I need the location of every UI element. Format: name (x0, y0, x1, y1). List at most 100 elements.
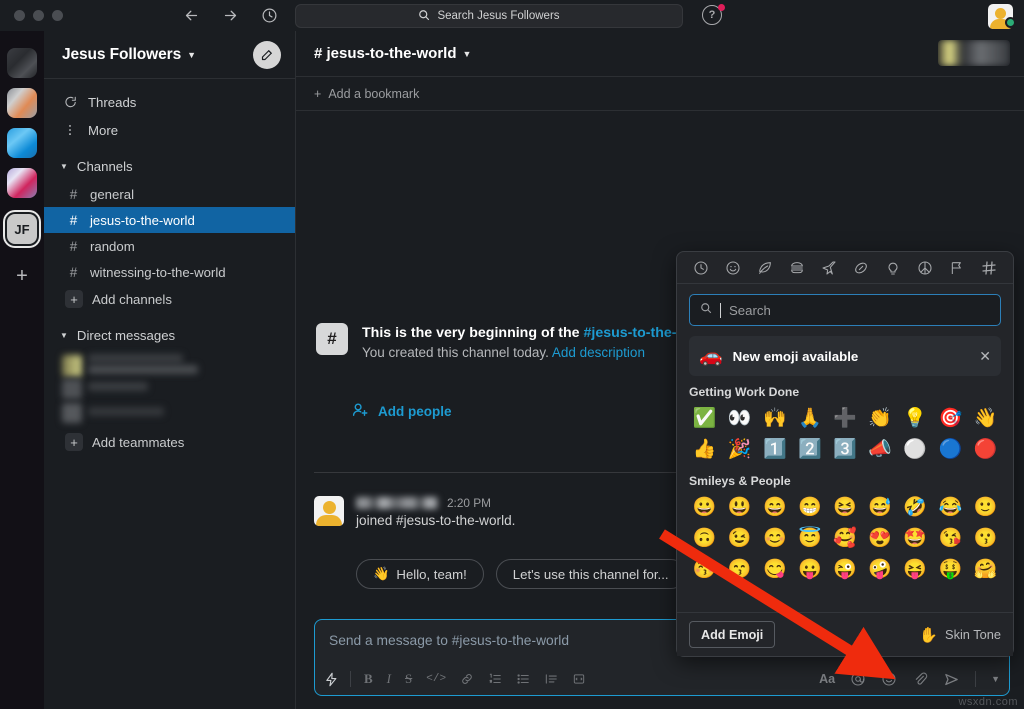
add-channels-button[interactable]: + Add channels (44, 285, 295, 313)
help-button[interactable]: ? (702, 5, 724, 27)
plane-icon[interactable] (821, 260, 837, 276)
ball-icon[interactable] (853, 260, 869, 276)
channels-section-header[interactable]: ▼ Channels (44, 151, 295, 181)
sidebar-channel-general[interactable]: # general (44, 181, 295, 207)
emoji-cell[interactable]: 2️⃣ (792, 434, 827, 465)
format-text-icon[interactable]: Aa (819, 672, 835, 686)
sidebar-channel-witnessing-to-the-world[interactable]: # witnessing-to-the-world (44, 259, 295, 285)
emoji-cell[interactable]: 🤪 (863, 554, 898, 585)
emoji-cell[interactable]: 😆 (827, 492, 862, 523)
emoji-cell[interactable]: 🙏 (792, 403, 827, 434)
new-emoji-notice[interactable]: 🚗 New emoji available ✕ (689, 336, 1001, 376)
close-window-button[interactable] (14, 10, 25, 21)
emoji-cell[interactable]: 😂 (933, 492, 968, 523)
emoji-cell[interactable]: 1️⃣ (757, 434, 792, 465)
emoji-cell[interactable]: 😘 (933, 523, 968, 554)
emoji-cell[interactable]: 🤗 (968, 554, 1003, 585)
emoji-cell[interactable]: 😜 (827, 554, 862, 585)
message-avatar[interactable] (314, 496, 344, 526)
emoji-cell[interactable]: 🤣 (898, 492, 933, 523)
emoji-cell[interactable]: ✅ (687, 403, 722, 434)
chevron-down-icon[interactable]: ▼ (463, 49, 472, 59)
emoji-cell[interactable]: 😉 (722, 523, 757, 554)
sidebar-item-more[interactable]: More (44, 116, 295, 144)
emoji-cell[interactable]: 😝 (898, 554, 933, 585)
channel-members-redacted[interactable] (938, 40, 1010, 66)
add-bookmark-button[interactable]: Add a bookmark (328, 87, 419, 101)
back-arrow-icon[interactable] (183, 7, 200, 24)
food-icon[interactable] (789, 260, 805, 276)
code-icon[interactable]: </> (426, 673, 446, 685)
emoji-icon[interactable] (881, 671, 897, 687)
compose-message-button[interactable] (253, 41, 281, 69)
workspace-icon-3[interactable] (7, 128, 37, 158)
bulleted-list-icon[interactable] (516, 672, 530, 686)
close-icon[interactable]: ✕ (979, 348, 991, 365)
emoji-cell[interactable]: 🤑 (933, 554, 968, 585)
emoji-cell[interactable]: 3️⃣ (827, 434, 862, 465)
maximize-window-button[interactable] (52, 10, 63, 21)
add-people-button[interactable]: Add people (351, 401, 452, 422)
send-icon[interactable] (943, 671, 960, 688)
emoji-cell[interactable]: 👀 (722, 403, 757, 434)
bulb-icon[interactable] (885, 260, 901, 276)
workspace-icon-2[interactable] (7, 88, 37, 118)
mention-icon[interactable] (850, 671, 866, 687)
emoji-cell[interactable]: 🙃 (687, 523, 722, 554)
emoji-cell[interactable]: 👍 (687, 434, 722, 465)
minimize-window-button[interactable] (33, 10, 44, 21)
emoji-cell[interactable]: 😚 (687, 554, 722, 585)
emoji-cell[interactable]: 👏 (863, 403, 898, 434)
flag-icon[interactable] (949, 260, 965, 276)
global-search-input[interactable]: Search Jesus Followers (295, 4, 683, 28)
suggested-reply-hello[interactable]: 👋 Hello, team! (356, 559, 484, 589)
workspace-icon-4[interactable] (7, 168, 37, 198)
emoji-cell[interactable]: ⚪ (898, 434, 933, 465)
direct-message-list-redacted[interactable] (44, 352, 295, 428)
blockquote-icon[interactable] (544, 672, 558, 686)
emoji-cell[interactable]: 🙌 (757, 403, 792, 434)
add-emoji-button[interactable]: Add Emoji (689, 621, 775, 648)
slack-icon[interactable] (981, 260, 997, 276)
emoji-cell[interactable]: 🎉 (722, 434, 757, 465)
leaf-icon[interactable] (757, 260, 773, 276)
sidebar-channel-jesus-to-the-world[interactable]: # jesus-to-the-world (44, 207, 295, 233)
emoji-cell[interactable]: 📣 (863, 434, 898, 465)
emoji-cell[interactable]: 🥰 (827, 523, 862, 554)
code-block-icon[interactable] (572, 672, 586, 686)
skin-tone-button[interactable]: ✋ Skin Tone (919, 626, 1001, 644)
emoji-cell[interactable]: 😋 (757, 554, 792, 585)
emoji-cell[interactable]: 😃 (722, 492, 757, 523)
sidebar-channel-random[interactable]: # random (44, 233, 295, 259)
emoji-cell[interactable]: 😀 (687, 492, 722, 523)
emoji-cell[interactable]: 😗 (968, 523, 1003, 554)
emoji-cell[interactable]: 😇 (792, 523, 827, 554)
emoji-search-input[interactable]: Search (689, 294, 1001, 326)
emoji-cell[interactable]: 👋 (968, 403, 1003, 434)
emoji-cell[interactable]: 😙 (722, 554, 757, 585)
forward-arrow-icon[interactable] (222, 7, 239, 24)
channel-title[interactable]: # jesus-to-the-world (314, 45, 457, 62)
peace-icon[interactable] (917, 260, 933, 276)
suggested-reply-channel-purpose[interactable]: Let's use this channel for... (496, 559, 686, 589)
emoji-cell[interactable]: 🎯 (933, 403, 968, 434)
send-options-icon[interactable]: ▼ (991, 674, 1000, 684)
link-icon[interactable] (460, 672, 474, 686)
emoji-cell[interactable]: 😁 (792, 492, 827, 523)
emoji-cell[interactable]: 😍 (863, 523, 898, 554)
attachment-icon[interactable] (912, 671, 928, 687)
workspace-icon-active-jf[interactable]: JF (7, 214, 37, 244)
add-workspace-button[interactable]: + (16, 266, 28, 286)
lightning-icon[interactable] (324, 672, 339, 687)
window-traffic-lights[interactable] (14, 10, 63, 21)
workspace-header[interactable]: Jesus Followers ▼ (44, 31, 295, 79)
emoji-cell[interactable]: 🙂 (968, 492, 1003, 523)
clock-icon[interactable] (693, 260, 709, 276)
direct-messages-section-header[interactable]: ▼ Direct messages (44, 320, 295, 350)
smiley-icon[interactable] (725, 260, 741, 276)
strikethrough-icon[interactable]: S (405, 671, 412, 687)
bold-icon[interactable]: B (364, 671, 373, 687)
emoji-cell[interactable]: 😊 (757, 523, 792, 554)
add-teammates-button[interactable]: + Add teammates (44, 428, 295, 456)
italic-icon[interactable]: I (387, 671, 391, 687)
